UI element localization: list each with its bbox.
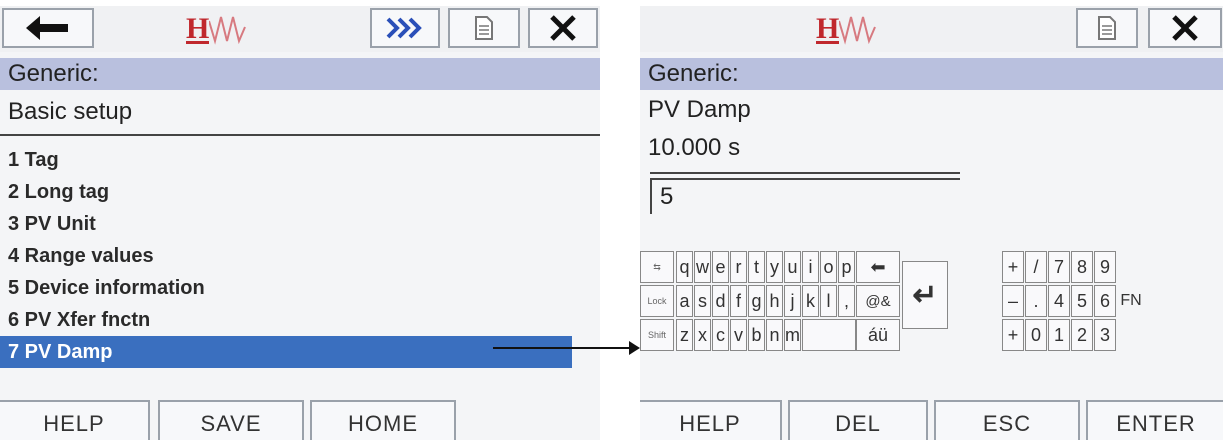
key-o[interactable]: o bbox=[820, 251, 837, 283]
menu-item-range-values[interactable]: 4 Range values bbox=[0, 240, 572, 272]
edit-screen: H Generic: PV Damp 10.000 s 5 ⇆ q w e r … bbox=[640, 6, 1223, 440]
help-button[interactable]: HELP bbox=[640, 400, 782, 440]
key-plus[interactable]: + bbox=[1002, 251, 1024, 283]
wave-logo-mark bbox=[839, 16, 877, 45]
document-button[interactable] bbox=[1076, 8, 1138, 48]
key-g[interactable]: g bbox=[748, 285, 765, 317]
key-3[interactable]: 3 bbox=[1094, 319, 1116, 351]
key-8[interactable]: 8 bbox=[1071, 251, 1093, 283]
enter-key[interactable]: ↵ bbox=[902, 261, 948, 329]
hart-logo: H bbox=[186, 10, 249, 48]
header-generic: Generic: bbox=[640, 58, 1223, 90]
key-6[interactable]: 6 bbox=[1094, 285, 1116, 317]
caps-lock-key[interactable]: Lock bbox=[640, 285, 674, 317]
close-button[interactable] bbox=[528, 8, 598, 48]
menu-item-long-tag[interactable]: 2 Long tag bbox=[0, 176, 572, 208]
key-r[interactable]: r bbox=[730, 251, 747, 283]
arrow-left-icon bbox=[26, 16, 68, 40]
esc-button[interactable]: ESC bbox=[934, 400, 1080, 440]
key-4[interactable]: 4 bbox=[1048, 285, 1070, 317]
document-button[interactable] bbox=[448, 8, 520, 48]
key-s[interactable]: s bbox=[694, 285, 711, 317]
key-0[interactable]: 0 bbox=[1025, 319, 1047, 351]
wave-logo-mark bbox=[209, 16, 247, 45]
enter-button[interactable]: ENTER bbox=[1086, 400, 1223, 440]
key-h[interactable]: h bbox=[766, 285, 783, 317]
hart-logo: H bbox=[816, 10, 879, 48]
page-subtitle: Basic setup bbox=[8, 98, 133, 125]
key-z[interactable]: z bbox=[676, 319, 693, 351]
key-minus[interactable]: – bbox=[1002, 285, 1024, 317]
accents-key[interactable]: áü bbox=[856, 319, 900, 351]
menu-list: 1 Tag 2 Long tag 3 PV Unit 4 Range value… bbox=[0, 144, 572, 368]
help-button[interactable]: HELP bbox=[0, 400, 150, 440]
param-current-value: 10.000 s bbox=[648, 134, 741, 161]
key-e[interactable]: e bbox=[712, 251, 729, 283]
menu-screen: H Generic: Basic setup 1 Tag 2 Long tag … bbox=[0, 6, 600, 440]
shift-key[interactable]: Shift bbox=[640, 319, 674, 351]
key-1[interactable]: 1 bbox=[1048, 319, 1070, 351]
document-icon bbox=[475, 16, 493, 40]
fn-key[interactable]: FN bbox=[1118, 285, 1144, 317]
symbols-key[interactable]: @& bbox=[856, 285, 900, 317]
key-v[interactable]: v bbox=[730, 319, 747, 351]
key-x[interactable]: x bbox=[694, 319, 711, 351]
toolbar: H bbox=[0, 6, 600, 52]
menu-item-pv-xfer-fnctn[interactable]: 6 PV Xfer fnctn bbox=[0, 304, 572, 336]
del-button[interactable]: DEL bbox=[788, 400, 928, 440]
key-n[interactable]: n bbox=[766, 319, 783, 351]
param-name: PV Damp bbox=[648, 96, 751, 123]
key-k[interactable]: k bbox=[802, 285, 819, 317]
transition-arrow-line bbox=[493, 347, 631, 349]
close-button[interactable] bbox=[1148, 8, 1222, 48]
save-button[interactable]: SAVE bbox=[158, 400, 304, 440]
key-j[interactable]: j bbox=[784, 285, 801, 317]
home-button[interactable]: HOME bbox=[310, 400, 456, 440]
space-key[interactable] bbox=[802, 319, 856, 351]
key-t[interactable]: t bbox=[748, 251, 765, 283]
key-c[interactable]: c bbox=[712, 319, 729, 351]
key-m[interactable]: m bbox=[784, 319, 801, 351]
key-plus-2[interactable]: + bbox=[1002, 319, 1024, 351]
back-button[interactable] bbox=[2, 8, 94, 48]
close-icon bbox=[1172, 15, 1198, 41]
key-i[interactable]: i bbox=[802, 251, 819, 283]
key-q[interactable]: q bbox=[676, 251, 693, 283]
on-screen-keyboard: ⇆ q w e r t y u i o p ⬅ + / 7 8 9 Lock a… bbox=[640, 251, 1223, 383]
backspace-key[interactable]: ⬅ bbox=[856, 251, 900, 283]
key-dot[interactable]: . bbox=[1025, 285, 1047, 317]
key-a[interactable]: a bbox=[676, 285, 693, 317]
value-input[interactable]: 5 bbox=[650, 178, 960, 214]
document-icon bbox=[1098, 16, 1116, 40]
divider bbox=[0, 134, 600, 136]
key-5[interactable]: 5 bbox=[1071, 285, 1093, 317]
header-generic: Generic: bbox=[0, 58, 600, 90]
key-2[interactable]: 2 bbox=[1071, 319, 1093, 351]
menu-item-pv-damp[interactable]: 7 PV Damp bbox=[0, 336, 572, 368]
key-9[interactable]: 9 bbox=[1094, 251, 1116, 283]
key-l[interactable]: l bbox=[820, 285, 837, 317]
close-icon bbox=[550, 15, 576, 41]
key-y[interactable]: y bbox=[766, 251, 783, 283]
divider bbox=[650, 172, 960, 174]
menu-item-tag[interactable]: 1 Tag bbox=[0, 144, 572, 176]
key-p[interactable]: p bbox=[838, 251, 855, 283]
toolbar: H bbox=[640, 6, 1223, 52]
forward-button[interactable] bbox=[370, 8, 440, 48]
key-d[interactable]: d bbox=[712, 285, 729, 317]
menu-item-device-information[interactable]: 5 Device information bbox=[0, 272, 572, 304]
key-w[interactable]: w bbox=[694, 251, 711, 283]
key-f[interactable]: f bbox=[730, 285, 747, 317]
menu-item-pv-unit[interactable]: 3 PV Unit bbox=[0, 208, 572, 240]
key-slash[interactable]: / bbox=[1025, 251, 1047, 283]
double-chevron-right-icon bbox=[386, 17, 422, 39]
transition-arrow-head bbox=[629, 341, 640, 355]
key-7[interactable]: 7 bbox=[1048, 251, 1070, 283]
key-comma[interactable]: , bbox=[838, 285, 855, 317]
key-u[interactable]: u bbox=[784, 251, 801, 283]
key-b[interactable]: b bbox=[748, 319, 765, 351]
tab-key[interactable]: ⇆ bbox=[640, 251, 674, 283]
